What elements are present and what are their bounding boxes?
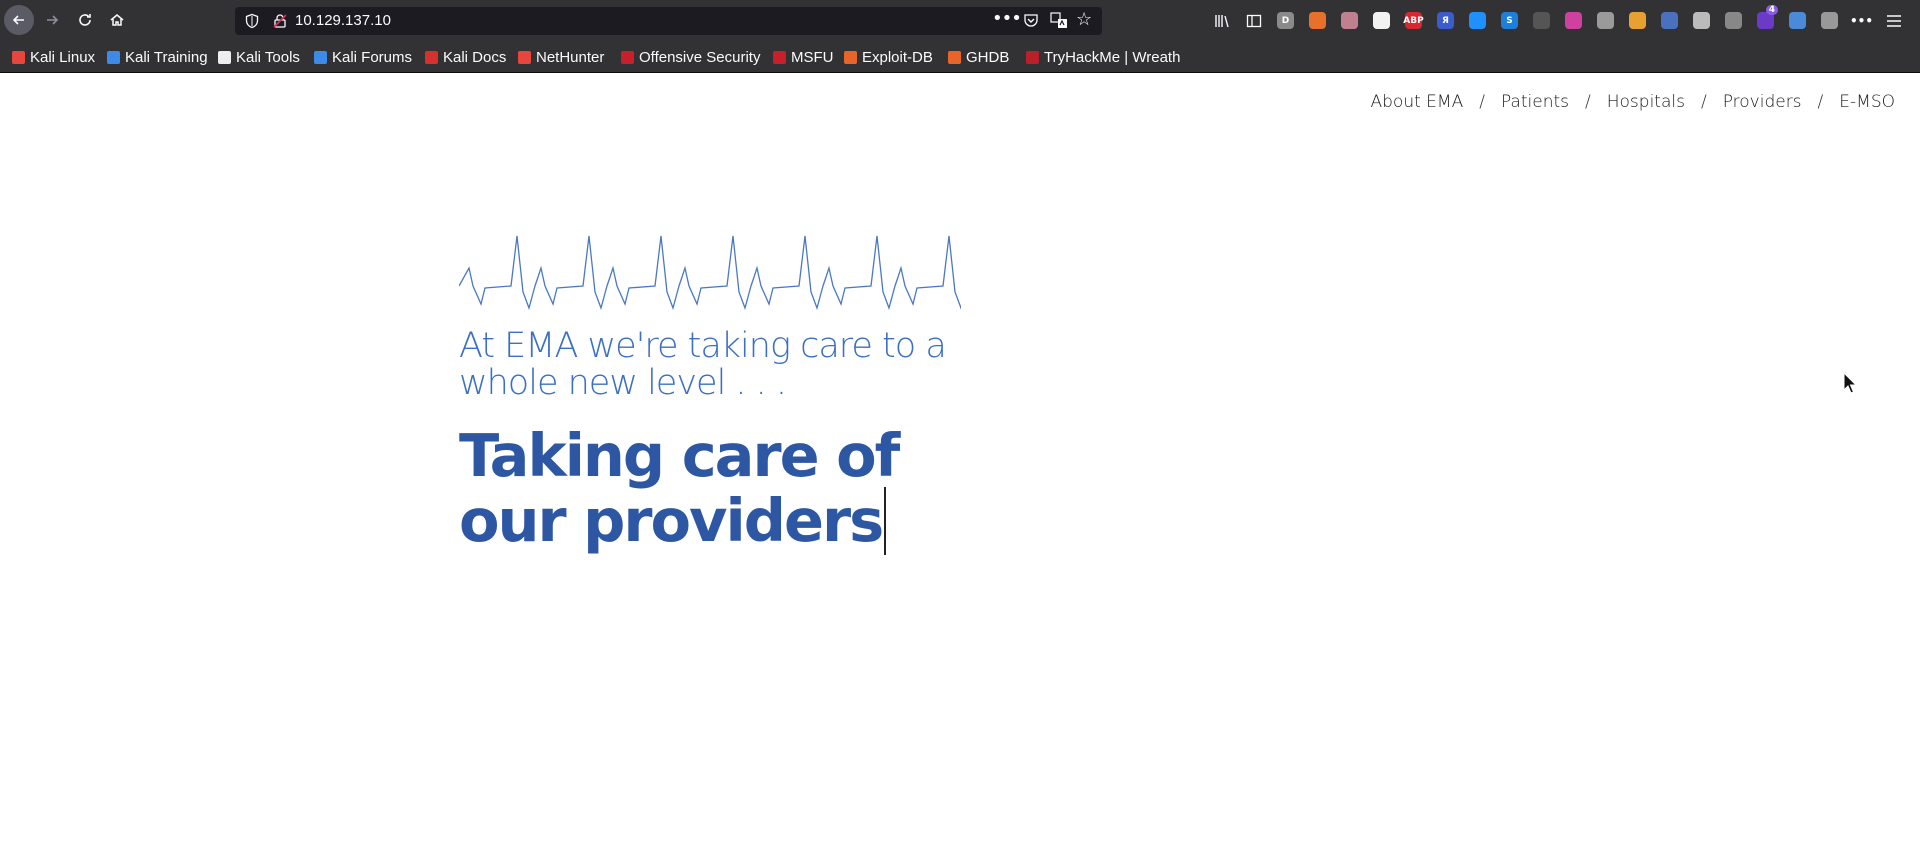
bookmark-kali-training[interactable]: Kali Training [107,48,208,66]
bookmark-kali[interactable]: Kali Linux [12,48,95,66]
bookmark-label: Kali Training [125,48,208,66]
browser-toolbar: 10.129.137.10 ••• ☆ D ABP Я S 4 ••• [0,0,1920,42]
translate-icon[interactable] [1050,12,1068,29]
home-button[interactable] [102,5,132,35]
ghdb-icon [948,50,961,64]
kali-forums-icon [314,50,327,64]
bookmark-offsec[interactable]: Offensive Security [621,48,760,66]
s-extension-icon[interactable]: S [1501,12,1518,29]
hero-headline: Taking care of our providers [459,425,1019,555]
color-wheel-icon[interactable] [1565,12,1582,29]
bookmark-label: Kali Forums [332,48,413,66]
home-icon [110,14,124,26]
gear-extension-icon[interactable] [1597,12,1614,29]
shield-icon[interactable] [244,13,260,29]
arrow-left-icon [12,15,24,25]
text-caret [884,487,887,555]
nav-separator: / [1585,92,1591,112]
back-button[interactable] [4,5,34,35]
bookmark-label: TryHackMe | Wreath [1044,48,1181,66]
nav-link-e-mso[interactable]: E-MSO [1839,92,1895,112]
offsec-icon [621,50,634,64]
reload-icon [79,14,91,26]
exploit-db-icon [844,50,857,64]
nav-link-hospitals[interactable]: Hospitals [1607,92,1685,112]
nethunter-icon [518,50,531,64]
bookmark-label: NetHunter [536,48,605,66]
tagline: At EMA we're taking care to a whole new … [459,326,947,403]
globe-extension-icon[interactable] [1661,12,1678,29]
bookmark-star-icon[interactable]: ☆ [1076,9,1092,30]
headline-line-2-text: our providers [459,486,884,555]
nav-separator: / [1700,92,1707,112]
overflow-icon[interactable]: ••• [1850,12,1873,29]
sidebar-icon[interactable] [1245,12,1262,29]
kali-training-icon [107,50,120,64]
hamburger-menu-icon[interactable] [1885,12,1902,29]
bookmark-exploit-db[interactable]: Exploit-DB [844,48,933,66]
bookmark-label: Kali Linux [30,48,96,66]
tryhackme-icon [1026,50,1039,64]
nav-link-patients[interactable]: Patients [1501,92,1569,112]
bookmark-kali-tools[interactable]: Kali Tools [218,48,300,66]
bookmark-kali-docs[interactable]: Kali Docs [425,48,506,66]
address-bar[interactable]: 10.129.137.10 ••• ☆ [235,7,1102,35]
reload-button[interactable] [70,5,100,35]
bookmarks-toolbar: Kali Linux Kali Training Kali Tools Kali Fo… [0,42,1920,73]
leaf-extension-icon[interactable] [1821,12,1838,29]
cloud-extension-icon[interactable] [1725,12,1742,29]
browser-chrome: 10.129.137.10 ••• ☆ D ABP Я S 4 ••• Kali Linu… [0,0,1920,73]
d-extension-icon[interactable]: D [1277,12,1294,29]
insecure-lock-icon[interactable] [272,13,288,29]
bookmark-label: Kali Tools [236,48,300,66]
headline-line-1: Taking care of [459,421,900,490]
tool-extension-icon[interactable] [1533,12,1550,29]
bookmark-tryhackme[interactable]: TryHackMe | Wreath [1026,48,1180,66]
bookmark-ghdb[interactable]: GHDB [948,48,1009,66]
paw-extension-icon[interactable] [1341,12,1358,29]
bookmark-label: GHDB [966,48,1010,66]
check-extension-icon[interactable] [1693,12,1710,29]
heartbeat-line-icon [459,235,961,311]
bookmark-label: Offensive Security [639,48,761,66]
kali-tools-icon [218,50,231,64]
kali-icon [12,50,25,64]
cat-extension-icon[interactable] [1629,12,1646,29]
kali-docs-icon [425,50,438,64]
bookmark-nethunter[interactable]: NetHunter [518,48,604,66]
nav-link-about-ema[interactable]: About EMA [1371,92,1464,112]
heartbeat-path [459,235,961,311]
arrow-right-icon [47,15,59,25]
nav-link-providers[interactable]: Providers [1723,92,1802,112]
translate-extension-icon[interactable] [1789,12,1806,29]
bookmark-label: Exploit-DB [862,48,933,66]
cube-extension-icon[interactable] [1469,12,1486,29]
page-actions-icon[interactable]: ••• [992,8,1022,29]
forward-button[interactable] [37,5,67,35]
nav-separator: / [1479,92,1485,112]
headline-line-2: our providers [459,487,1019,555]
mouse-pointer-icon [1843,372,1857,394]
site-navigation: About EMA / Patients / Hospitals / Providers / E… [1371,92,1896,112]
location-extension-icon[interactable] [1373,12,1390,29]
url-text[interactable]: 10.129.137.10 [295,12,391,29]
pocket-icon[interactable] [1023,12,1039,28]
nav-separator: / [1817,92,1824,112]
adblock-icon[interactable]: ABP [1403,12,1424,29]
fox-extension-icon[interactable] [1309,12,1326,29]
extensions-toolbar: D ABP Я S 4 ••• [1205,0,1920,42]
bookmark-label: Kali Docs [443,48,507,66]
msfu-icon [773,50,786,64]
bookmark-label: MSFU [791,48,834,66]
library-icon[interactable] [1213,12,1230,29]
bookmark-kali-forums[interactable]: Kali Forums [314,48,412,66]
bookmark-msfu[interactable]: MSFU [773,48,834,66]
badge-count: 4 [1765,5,1778,15]
badge-extension-icon[interactable]: 4 [1757,5,1778,29]
yandex-icon[interactable]: Я [1437,12,1454,29]
